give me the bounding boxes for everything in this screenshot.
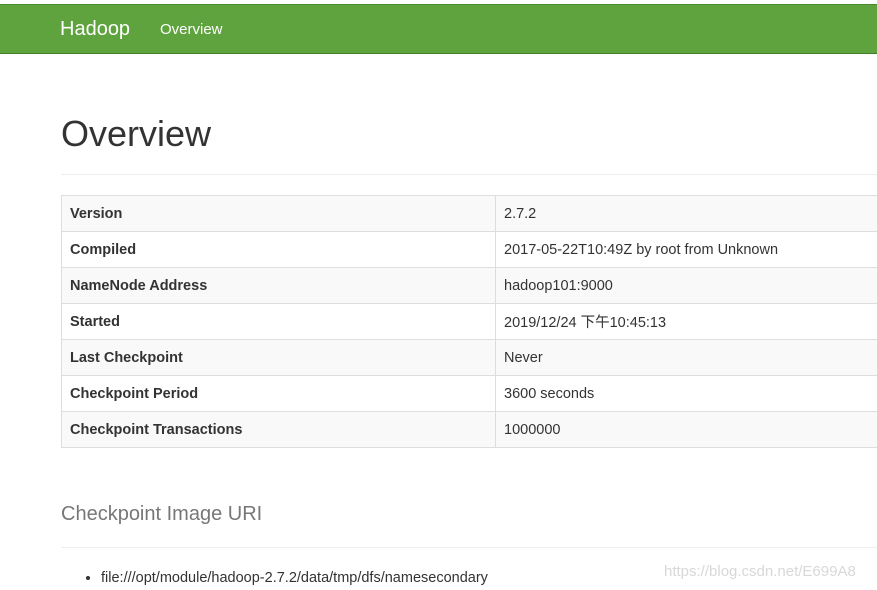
- table-row: Version 2.7.2: [61, 195, 877, 232]
- row-value: 1000000: [495, 411, 877, 448]
- table-row: Last Checkpoint Never: [61, 339, 877, 376]
- title-divider: [61, 174, 877, 175]
- checkpoint-image-uri-heading: Checkpoint Image URI: [61, 503, 263, 525]
- table-row: NameNode Address hadoop101:9000: [61, 267, 877, 304]
- row-value: 2017-05-22T10:49Z by root from Unknown: [495, 231, 877, 268]
- row-value: 2.7.2: [495, 195, 877, 232]
- row-value: 3600 seconds: [495, 375, 877, 412]
- row-value: Never: [495, 339, 877, 376]
- brand-link[interactable]: Hadoop: [60, 18, 130, 41]
- watermark-text: https://blog.csdn.net/E699A8: [664, 563, 856, 580]
- table-row: Compiled 2017-05-22T10:49Z by root from …: [61, 231, 877, 268]
- row-value: hadoop101:9000: [495, 267, 877, 304]
- row-key: Compiled: [61, 231, 496, 268]
- table-row: Checkpoint Transactions 1000000: [61, 411, 877, 448]
- row-key: Started: [61, 303, 496, 340]
- row-key: Last Checkpoint: [61, 339, 496, 376]
- row-key: Version: [61, 195, 496, 232]
- checkpoint-uri-list: file:///opt/module/hadoop-2.7.2/data/tmp…: [61, 568, 488, 588]
- table-row: Checkpoint Period 3600 seconds: [61, 375, 877, 412]
- page-title: Overview: [61, 113, 212, 154]
- overview-info-table: Version 2.7.2 Compiled 2017-05-22T10:49Z…: [61, 195, 877, 448]
- nav-link-overview[interactable]: Overview: [160, 21, 223, 38]
- row-key: NameNode Address: [61, 267, 496, 304]
- list-item: file:///opt/module/hadoop-2.7.2/data/tmp…: [101, 568, 488, 588]
- row-key: Checkpoint Transactions: [61, 411, 496, 448]
- row-value: 2019/12/24 下午10:45:13: [495, 303, 877, 340]
- top-navbar: Hadoop Overview: [0, 4, 877, 54]
- table-row: Started 2019/12/24 下午10:45:13: [61, 303, 877, 340]
- section-divider: [61, 547, 877, 548]
- row-key: Checkpoint Period: [61, 375, 496, 412]
